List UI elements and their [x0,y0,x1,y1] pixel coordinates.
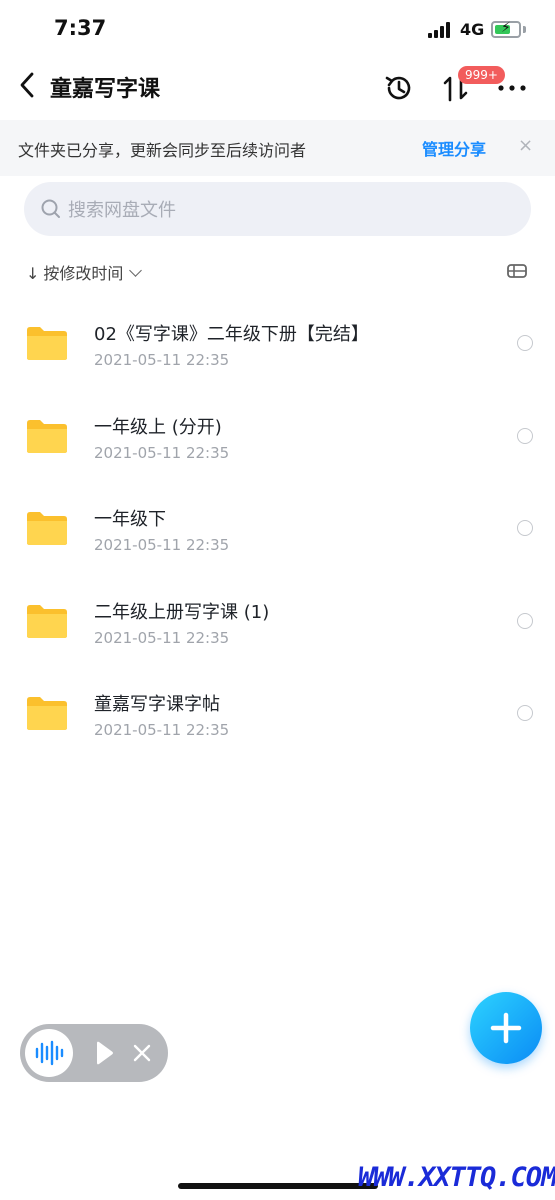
history-icon[interactable] [383,72,415,104]
network-label: 4G [460,20,485,39]
view-toggle-icon[interactable] [506,262,528,280]
close-icon[interactable]: × [518,135,533,156]
file-date: 2021-05-11 22:35 [94,351,230,369]
file-name: 二年级上册写字课 (1) [94,601,270,623]
back-icon[interactable] [16,70,40,100]
file-list: 02《写字课》二年级下册【完结】 2021-05-11 22:35 一年级上 (… [0,296,555,759]
file-name: 一年级上 (分开) [94,416,222,438]
file-date: 2021-05-11 22:35 [94,628,230,647]
play-icon[interactable] [94,1041,114,1065]
list-item[interactable]: 02《写字课》二年级下册【完结】 2021-05-11 22:35 [0,296,555,389]
add-button[interactable] [470,992,542,1064]
list-item[interactable]: 童嘉写字课字帖 2021-05-11 22:35 [0,666,555,759]
list-item[interactable]: 二年级上册写字课 (1) 2021-05-11 22:35 [0,574,555,667]
sort-arrow-icon: ↓ [26,264,40,283]
file-date: 2021-05-11 22:35 [94,536,230,554]
signal-icon [428,22,454,38]
audio-mini-player [20,1024,168,1082]
close-icon[interactable] [132,1043,152,1063]
share-banner-text: 文件夹已分享，更新会同步至后续访问者 [18,141,307,160]
more-icon[interactable] [496,80,528,96]
share-banner: 文件夹已分享，更新会同步至后续访问者 管理分享 × [0,120,555,176]
select-checkbox[interactable] [517,335,533,351]
select-checkbox[interactable] [517,427,533,444]
search-bar[interactable] [24,182,531,236]
home-indicator [178,1183,378,1189]
select-checkbox[interactable] [517,705,533,721]
search-icon [40,198,62,220]
search-input[interactable] [66,195,510,225]
folder-icon [26,325,68,361]
list-item[interactable]: 一年级上 (分开) 2021-05-11 22:35 [0,389,555,482]
battery-cap [523,26,526,33]
voice-wave-icon[interactable] [25,1029,73,1077]
select-checkbox[interactable] [517,612,533,629]
status-time: 7:37 [54,16,107,40]
manage-share-link[interactable]: 管理分享 [422,136,486,160]
folder-icon [26,510,68,546]
sort-label: 按修改时间 [43,264,124,283]
battery-icon: ⚡ [491,20,521,38]
select-checkbox[interactable] [517,520,533,536]
page-title: 童嘉写字课 [50,77,161,102]
sort-selector[interactable]: ↓ 按修改时间 [26,260,143,284]
file-name: 童嘉写字课字帖 [94,694,220,715]
list-item[interactable]: 一年级下 2021-05-11 22:35 [0,481,555,574]
file-date: 2021-05-11 22:35 [94,443,230,462]
plus-icon [490,1012,522,1044]
folder-icon [26,603,68,639]
folder-icon [26,695,68,731]
file-name: 02《写字课》二年级下册【完结】 [94,324,369,345]
watermark: WWW.XXTTQ.COM [358,1162,555,1193]
chevron-down-icon [129,264,143,277]
file-date: 2021-05-11 22:35 [94,721,230,739]
file-name: 一年级下 [94,509,166,530]
status-bar: 7:37 4G ⚡ [0,0,555,60]
folder-icon [26,418,68,454]
